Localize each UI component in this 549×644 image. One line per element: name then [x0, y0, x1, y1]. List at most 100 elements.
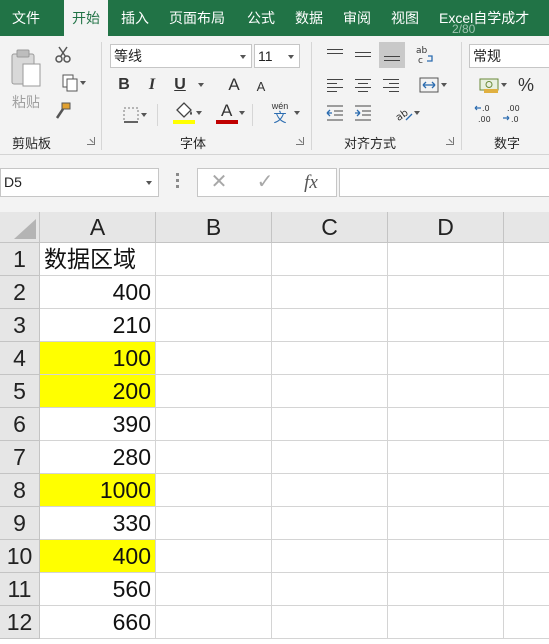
- cell-c8[interactable]: [272, 474, 388, 507]
- cell-d11[interactable]: [388, 573, 504, 606]
- fill-color-button[interactable]: [165, 100, 203, 126]
- row-header[interactable]: 9: [0, 507, 40, 540]
- cell-b7[interactable]: [156, 441, 272, 474]
- cell-e7[interactable]: [504, 441, 549, 474]
- column-header-a[interactable]: A: [40, 212, 156, 243]
- accounting-format-button[interactable]: [470, 74, 510, 96]
- formula-bar-resize-handle[interactable]: [176, 173, 179, 191]
- tab-home[interactable]: 开始: [64, 0, 108, 36]
- row-header[interactable]: 4: [0, 342, 40, 375]
- column-header-e[interactable]: [504, 212, 549, 243]
- align-right-button[interactable]: [379, 74, 403, 96]
- cell-b11[interactable]: [156, 573, 272, 606]
- phonetic-guide-button[interactable]: wén 文: [260, 99, 300, 127]
- cell-e1[interactable]: [504, 243, 549, 276]
- tab-file[interactable]: 文件: [12, 0, 40, 36]
- merge-center-button[interactable]: [408, 74, 450, 96]
- cell-e5[interactable]: [504, 375, 549, 408]
- row-header[interactable]: 3: [0, 309, 40, 342]
- paste-button[interactable]: 粘贴: [6, 44, 46, 116]
- percent-style-button[interactable]: %: [514, 74, 538, 96]
- cell-d8[interactable]: [388, 474, 504, 507]
- cut-button[interactable]: [52, 44, 74, 66]
- orientation-button[interactable]: ab: [386, 102, 422, 124]
- cell-c5[interactable]: [272, 375, 388, 408]
- cell-a1[interactable]: 数据区域: [40, 243, 156, 276]
- cell-e9[interactable]: [504, 507, 549, 540]
- cell-c1[interactable]: [272, 243, 388, 276]
- name-box[interactable]: D5: [0, 168, 159, 197]
- tab-insert[interactable]: 插入: [121, 0, 149, 36]
- row-header[interactable]: 5: [0, 375, 40, 408]
- cell-b8[interactable]: [156, 474, 272, 507]
- row-header[interactable]: 6: [0, 408, 40, 441]
- column-header-c[interactable]: C: [272, 212, 388, 243]
- cell-d4[interactable]: [388, 342, 504, 375]
- cell-e11[interactable]: [504, 573, 549, 606]
- cell-e10[interactable]: [504, 540, 549, 573]
- cell-c2[interactable]: [272, 276, 388, 309]
- cell-b1[interactable]: [156, 243, 272, 276]
- cell-e2[interactable]: [504, 276, 549, 309]
- cell-d5[interactable]: [388, 375, 504, 408]
- cell-d7[interactable]: [388, 441, 504, 474]
- cell-e12[interactable]: [504, 606, 549, 639]
- cell-a4[interactable]: 100: [40, 342, 156, 375]
- cell-a5[interactable]: 200: [40, 375, 156, 408]
- cell-c6[interactable]: [272, 408, 388, 441]
- grow-font-button[interactable]: A: [223, 74, 245, 96]
- underline-dropdown-icon[interactable]: [198, 83, 204, 87]
- formula-input[interactable]: [339, 168, 549, 197]
- bold-button[interactable]: B: [113, 74, 135, 96]
- align-center-button[interactable]: [351, 74, 375, 96]
- font-name-select[interactable]: 等线: [110, 44, 252, 68]
- cell-b9[interactable]: [156, 507, 272, 540]
- cell-b4[interactable]: [156, 342, 272, 375]
- italic-button[interactable]: I: [141, 74, 163, 96]
- bottom-align-button[interactable]: [379, 42, 405, 68]
- cell-c7[interactable]: [272, 441, 388, 474]
- cell-b2[interactable]: [156, 276, 272, 309]
- tab-page-layout[interactable]: 页面布局: [169, 0, 225, 36]
- cell-d6[interactable]: [388, 408, 504, 441]
- clipboard-launcher-icon[interactable]: [87, 137, 95, 145]
- row-header[interactable]: 11: [0, 573, 40, 606]
- cell-d12[interactable]: [388, 606, 504, 639]
- underline-button[interactable]: U: [169, 74, 191, 96]
- cancel-button[interactable]: ✕: [204, 169, 234, 196]
- cell-e8[interactable]: [504, 474, 549, 507]
- alignment-launcher-icon[interactable]: [446, 137, 454, 145]
- enter-button[interactable]: ✓: [250, 169, 280, 196]
- cell-c3[interactable]: [272, 309, 388, 342]
- cell-c10[interactable]: [272, 540, 388, 573]
- increase-indent-button[interactable]: [351, 102, 375, 124]
- cell-c9[interactable]: [272, 507, 388, 540]
- row-header[interactable]: 2: [0, 276, 40, 309]
- cell-c12[interactable]: [272, 606, 388, 639]
- cell-e6[interactable]: [504, 408, 549, 441]
- cell-b5[interactable]: [156, 375, 272, 408]
- format-painter-button[interactable]: [52, 100, 74, 122]
- cell-d9[interactable]: [388, 507, 504, 540]
- align-left-button[interactable]: [323, 74, 347, 96]
- cell-a6[interactable]: 390: [40, 408, 156, 441]
- cell-d10[interactable]: [388, 540, 504, 573]
- select-all-button[interactable]: [0, 212, 40, 243]
- tab-data[interactable]: 数据: [295, 0, 323, 36]
- cell-a3[interactable]: 210: [40, 309, 156, 342]
- row-header[interactable]: 1: [0, 243, 40, 276]
- column-header-b[interactable]: B: [156, 212, 272, 243]
- cell-d3[interactable]: [388, 309, 504, 342]
- top-align-button[interactable]: [323, 44, 347, 66]
- cell-a10[interactable]: 400: [40, 540, 156, 573]
- cell-c11[interactable]: [272, 573, 388, 606]
- cell-a2[interactable]: 400: [40, 276, 156, 309]
- shrink-font-button[interactable]: A: [251, 76, 271, 96]
- cell-c4[interactable]: [272, 342, 388, 375]
- copy-button[interactable]: [52, 72, 88, 94]
- cell-d1[interactable]: [388, 243, 504, 276]
- cell-e3[interactable]: [504, 309, 549, 342]
- orientation-wrap-button[interactable]: ab c: [410, 42, 438, 68]
- cell-a12[interactable]: 660: [40, 606, 156, 639]
- font-size-select[interactable]: 11: [254, 44, 300, 68]
